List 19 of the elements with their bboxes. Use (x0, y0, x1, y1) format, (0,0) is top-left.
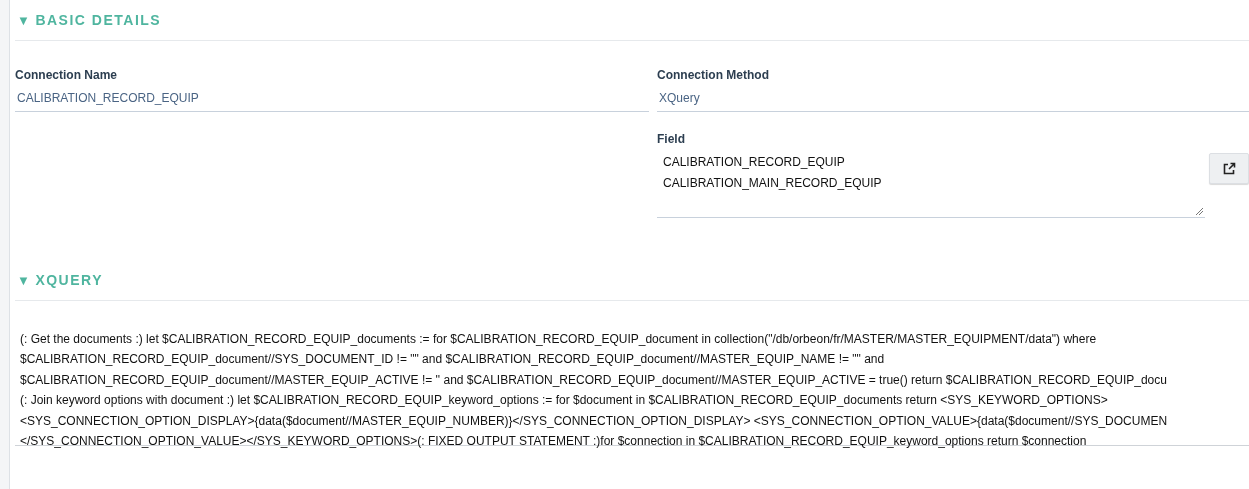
code-line: $CALIBRATION_RECORD_EQUIP_document//MASTER_EQUIP_ACTIVE != '' and $CALIBRATION_RECORD_EQUIP_document//MASTER_EQUIP_ACTIVE = true() return $CALIBRATION_RECORD_EQUIP_docu (20, 371, 1168, 389)
field-label: Connection Name (15, 68, 118, 82)
field-value-line: CALIBRATION_MAIN_RECORD_EQUIP (663, 175, 883, 192)
code-line: (: Get the documents :) let $CALIBRATION_RECORD_EQUIP_documents := for $CALIBRATION_RECORD_EQUIP_document in collection("/db/orbeon/fr/MASTER/MASTER_EQUIPMENT/data") where (20, 331, 1098, 348)
open-external-button[interactable] (1209, 153, 1249, 184)
resize-grip-icon[interactable] (1195, 207, 1204, 216)
code-line: </SYS_CONNECTION_OPTION_VALUE></SYS_KEYWORD_OPTIONS>(: FIXED OUTPUT STATEMENT :)for $connection in $CALIBRATION_RECORD_EQUIP_keyword_options return $connection (20, 433, 1088, 451)
section-title: XQUERY (35, 272, 103, 288)
input-field[interactable]: CALIBRATION_RECORD_EQUIP (15, 82, 649, 112)
code-line: (: Join keyword options with document :) let $CALIBRATION_RECORD_EQUIP_keyword_options := for $document in $CALIBRATION_RECORD_EQUIP_documents return <SYS_KEYWORD_OPTIONS> (20, 392, 1109, 410)
code-line: <SYS_CONNECTION_OPTION_DISPLAY>{data($document//MASTER_EQUIP_NUMBER)}</SYS_CONNECTION_OPTION_DISPLAY> <SYS_CONNECTION_OPTION_VALUE>{data($document//SYS_DOCUMEN (20, 412, 1169, 430)
external-link-icon (1222, 161, 1236, 176)
input-field[interactable]: XQuery (657, 82, 1249, 112)
code-line: $CALIBRATION_RECORD_EQUIP_document//SYS_DOCUMENT_ID != "" and $CALIBRATION_RECORD_EQUIP_document//MASTER_EQUIP_NAME != "" and (20, 351, 886, 369)
textarea-field[interactable]: CALIBRATION_RECORD_EQUIP CALIBRATION_MAIN_RECORD_EQUIP (657, 152, 1205, 218)
section-title: BASIC DETAILS (35, 12, 162, 28)
field-label: Field (657, 132, 686, 146)
field-value-line: CALIBRATION_RECORD_EQUIP (663, 154, 846, 171)
field-label: Connection Method (657, 68, 770, 82)
